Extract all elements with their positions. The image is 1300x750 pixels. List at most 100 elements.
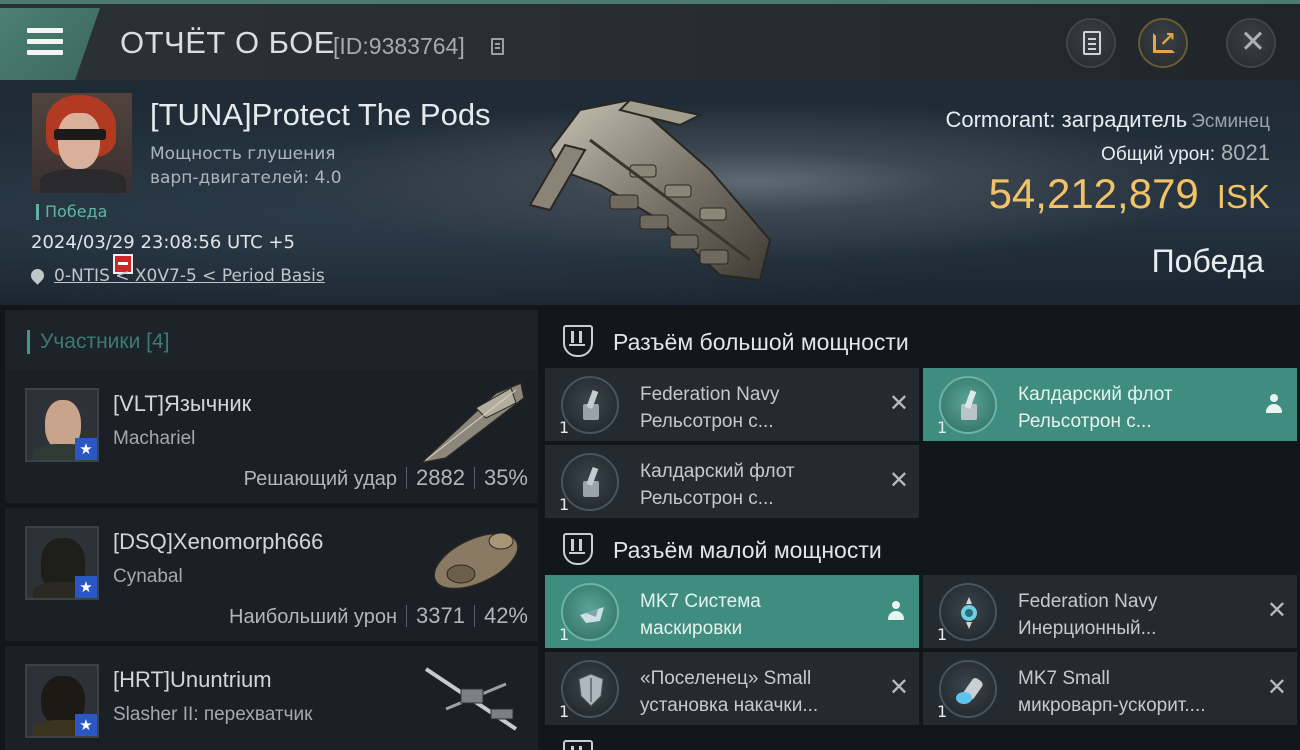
cloak-graphic — [580, 607, 604, 623]
high-slot-header: Разъём большой мощности — [545, 310, 1300, 370]
participant-row[interactable]: ★ [DSQ]Xenomorph666 Cynabal Наибольший у… — [5, 508, 538, 641]
mwd-graphic — [956, 678, 983, 704]
victim-portrait[interactable] — [32, 93, 132, 193]
turret-graphic — [583, 466, 599, 497]
battle-summary-panel: [TUNA]Protect The Pods Мощность глушения… — [0, 80, 1300, 305]
menu-icon — [27, 28, 63, 33]
person-head — [1270, 394, 1278, 402]
stabilizer-graphic — [961, 597, 977, 629]
participant-damage: 2882 — [416, 465, 465, 490]
module-name: Federation Navy Рельсотрон с... — [640, 381, 779, 435]
close-button[interactable]: ✕ — [1226, 18, 1276, 68]
share-button[interactable] — [1138, 18, 1188, 68]
microwarpdrive-icon — [939, 660, 997, 718]
destroyed-x-icon: ✕ — [1266, 596, 1287, 624]
module-slot[interactable]: 1 «Поселенец» Small установка накачки...… — [545, 652, 919, 725]
person-body — [888, 611, 904, 620]
module-name: MK7 Система маскировки — [640, 588, 761, 642]
participant-ship-image — [418, 381, 525, 465]
participant-avatar[interactable]: ★ — [25, 526, 99, 600]
destroyed-x-icon: ✕ — [1266, 673, 1287, 701]
participant-row[interactable]: ★ [VLT]Язычник Machariel Решающий удар 28… — [5, 370, 538, 503]
victim-name[interactable]: [TUNA]Protect The Pods — [150, 97, 491, 133]
railgun-icon — [939, 376, 997, 434]
module-name-line1: Federation Navy — [640, 384, 780, 405]
victim-ship-image — [528, 98, 772, 282]
participant-name: [HRT]Ununtrium — [113, 667, 272, 692]
participant-name: [DSQ]Xenomorph666 — [113, 529, 324, 554]
module-qty: 1 — [937, 625, 948, 644]
module-name: MK7 Small микроварп-ускорит.... — [1018, 665, 1206, 719]
module-qty: 1 — [937, 418, 948, 437]
turret-graphic — [961, 389, 977, 420]
report-id: [ID:9383764] — [333, 33, 465, 59]
divider — [473, 605, 475, 627]
module-name-line1: MK7 Small — [1018, 668, 1110, 689]
portrait-body — [40, 169, 126, 193]
location-link[interactable]: 0-NTIS < X0V7-5 < Period Basis — [54, 266, 325, 286]
divider — [406, 605, 407, 627]
next-slot-header — [545, 728, 1300, 750]
participant-ship: Cynabal — [113, 566, 183, 587]
total-damage: Общий урон: 8021 — [1101, 140, 1270, 166]
module-name: «Поселенец» Small установка накачки... — [640, 665, 818, 719]
battle-datetime: 2024/03/29 23:08:56 UTC +5 — [31, 232, 295, 253]
victory-tag: Победа — [36, 204, 107, 220]
module-slot[interactable]: 1 MK7 Система маскировки — [545, 575, 919, 648]
module-qty: 1 — [937, 702, 948, 721]
module-qty: 1 — [559, 625, 570, 644]
module-slot[interactable]: 1 Federation Navy Инерционный... ✕ — [923, 575, 1297, 648]
module-name: Калдарский флот Рельсотрон с... — [1018, 381, 1173, 435]
participant-name: [VLT]Язычник — [113, 391, 252, 416]
copy-icon[interactable] — [491, 38, 504, 55]
participant-stats: Наибольший урон 3371 42% — [229, 603, 528, 629]
participant-ship: Slasher II: перехватчик — [113, 704, 313, 725]
isk-amount: 54,212,879 — [988, 170, 1199, 217]
module-slot[interactable]: 1 Калдарский флот Рельсотрон с... — [923, 368, 1297, 441]
module-name-line1: Federation Navy — [1018, 591, 1158, 612]
module-name-line2: Рельсотрон с... — [1018, 411, 1152, 432]
person-icon — [1265, 394, 1283, 414]
railgun-icon — [561, 376, 619, 434]
victim-ship[interactable]: Cormorant: заградитель Эсминец — [945, 107, 1270, 133]
participant-avatar[interactable]: ★ — [25, 664, 99, 738]
module-qty: 1 — [559, 702, 570, 721]
participants-panel: Участники [4] ★ [VLT]Язычник Machariel Р… — [0, 305, 540, 750]
isk-value: 54,212,879 ISK — [989, 170, 1270, 218]
participant-ship-image — [433, 532, 519, 590]
hamburger-menu-button[interactable] — [0, 8, 100, 80]
turret-graphic — [583, 389, 599, 420]
divider — [473, 467, 475, 489]
module-name-line1: «Поселенец» Small — [640, 668, 812, 689]
top-bar: ОТЧЁТ О БОЕ [ID:9383764] ✕ — [0, 0, 1300, 80]
person-head — [892, 601, 900, 609]
menu-icon-bar — [27, 39, 63, 44]
portrait-visor — [54, 129, 106, 140]
battle-result: Победа — [1151, 243, 1264, 279]
slot-icon — [563, 740, 593, 750]
participant-ship: Machariel — [113, 428, 196, 449]
participant-percent: 42% — [483, 603, 528, 628]
total-damage-label: Общий урон: — [1101, 144, 1216, 165]
participants-header[interactable]: Участники [4] — [5, 310, 538, 370]
participant-row[interactable]: ★ [HRT]Ununtrium Slasher II: перехватчик — [5, 646, 538, 750]
module-slot[interactable]: 1 Калдарский флот Рельсотрон с... ✕ — [545, 445, 919, 518]
participant-avatar[interactable]: ★ — [25, 388, 99, 462]
cloak-icon — [561, 583, 619, 641]
module-name-line2: Инерционный... — [1018, 618, 1157, 639]
participant-percent: 35% — [483, 465, 528, 490]
module-qty: 1 — [559, 418, 570, 437]
railgun-icon — [561, 453, 619, 511]
module-slot[interactable]: 1 Federation Navy Рельсотрон с... ✕ — [545, 368, 919, 441]
module-slot[interactable]: 1 MK7 Small микроварп-ускорит.... ✕ — [923, 652, 1297, 725]
star-icon: ★ — [75, 576, 97, 598]
high-slot-icon — [563, 325, 593, 357]
module-name-line2: маскировки — [640, 618, 743, 639]
portrait-face — [58, 113, 100, 169]
destroyed-x-icon: ✕ — [888, 389, 909, 417]
battle-location[interactable]: 0-NTIS < X0V7-5 < Period Basis — [28, 266, 325, 286]
module-name-line1: Калдарский флот — [1018, 384, 1173, 405]
report-button[interactable] — [1066, 18, 1116, 68]
close-icon: ✕ — [1240, 24, 1266, 60]
module-name-line2: Рельсотрон с... — [640, 488, 774, 509]
